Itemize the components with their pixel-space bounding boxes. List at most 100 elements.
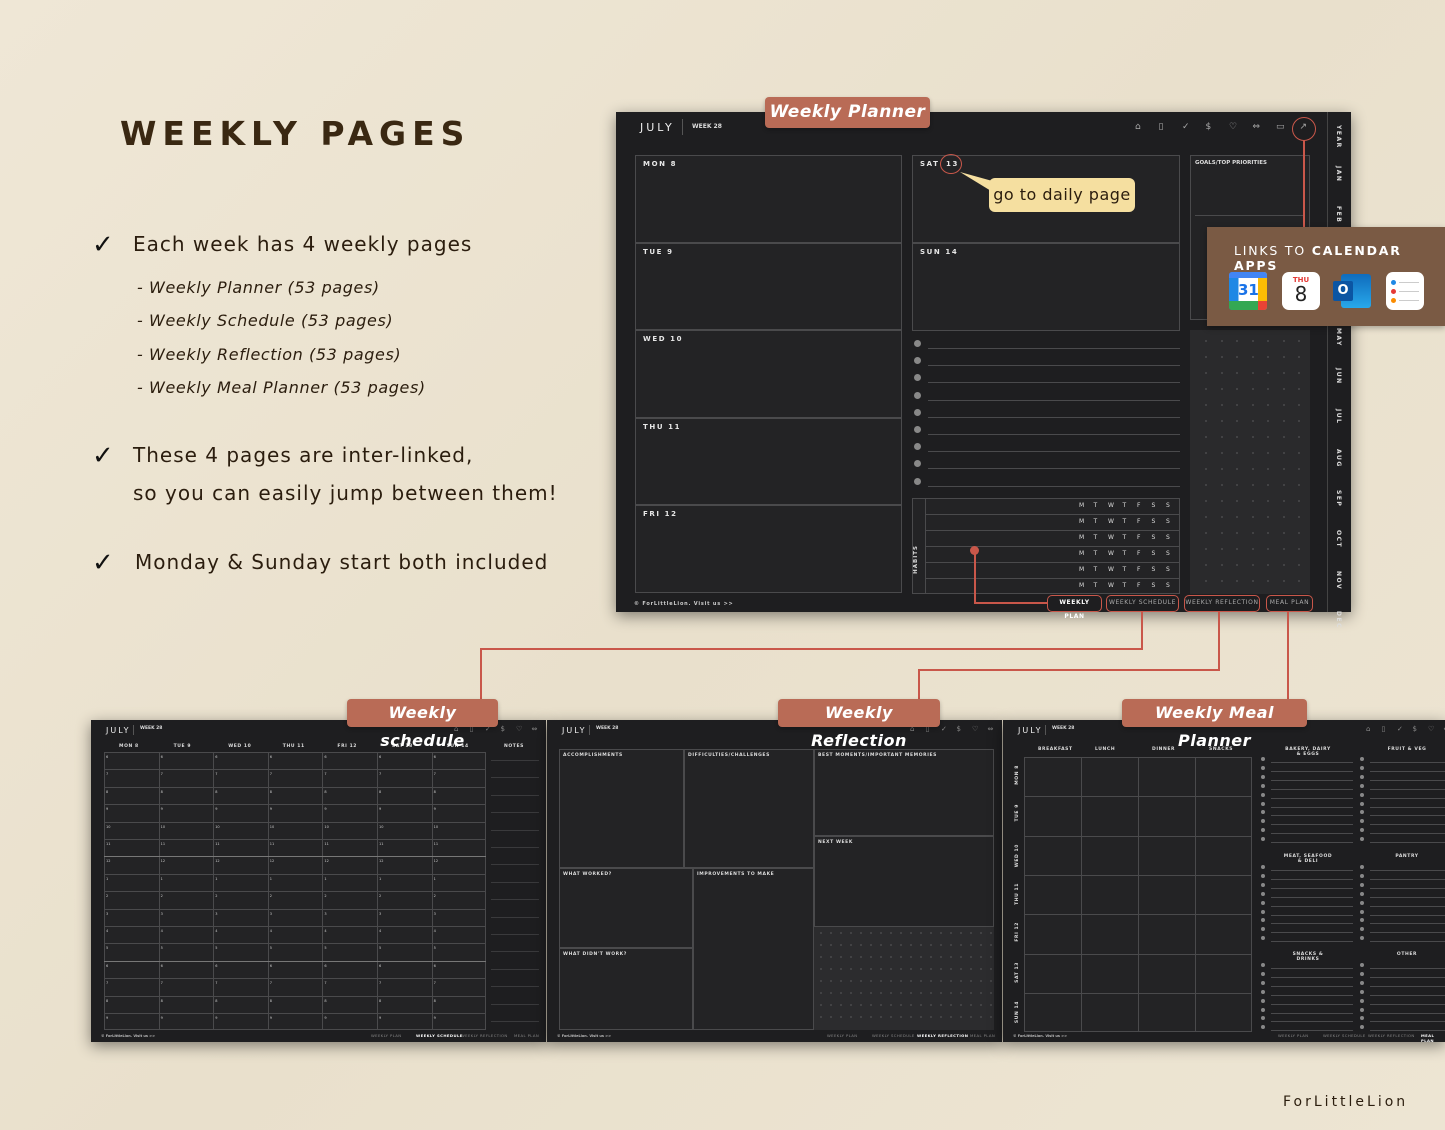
- nav-meal-plan[interactable]: MEAL PLAN: [1266, 595, 1313, 612]
- habit-day-toggle[interactable]: F: [1137, 502, 1140, 509]
- week-label[interactable]: WEEK 28: [692, 123, 722, 130]
- grocery-checkbox[interactable]: [1360, 891, 1364, 896]
- habit-day-toggle[interactable]: W: [1108, 518, 1114, 525]
- home-icon[interactable]: ⌂: [1366, 725, 1370, 733]
- grocery-checkbox[interactable]: [1261, 819, 1265, 824]
- todo-bullet[interactable]: [914, 391, 921, 399]
- grocery-checkbox[interactable]: [1360, 882, 1364, 887]
- grocery-checkbox[interactable]: [1360, 909, 1364, 914]
- habit-day-toggle[interactable]: S: [1166, 502, 1170, 509]
- month-label[interactable]: JULY: [106, 726, 131, 735]
- grocery-checkbox[interactable]: [1261, 963, 1265, 967]
- footer-credit[interactable]: © ForLittleLion. Visit us >>: [101, 1034, 155, 1038]
- grocery-checkbox[interactable]: [1360, 810, 1364, 815]
- habit-day-toggle[interactable]: W: [1108, 550, 1114, 557]
- check-circle-icon[interactable]: ✓: [1397, 725, 1403, 733]
- month-tab-jul[interactable]: JUL: [1335, 409, 1342, 424]
- nav-link[interactable]: WEEKLY PLAN: [371, 1033, 402, 1038]
- grocery-checkbox[interactable]: [1360, 900, 1364, 905]
- habit-day-toggle[interactable]: W: [1108, 502, 1114, 509]
- day-label[interactable]: WED 10: [643, 335, 683, 343]
- grocery-checkbox[interactable]: [1261, 936, 1265, 941]
- grocery-checkbox[interactable]: [1360, 801, 1364, 806]
- grocery-checkbox[interactable]: [1261, 757, 1265, 761]
- month-label[interactable]: JULY: [1018, 726, 1043, 735]
- habit-day-toggle[interactable]: F: [1137, 550, 1140, 557]
- grocery-checkbox[interactable]: [1261, 1016, 1265, 1021]
- grocery-checkbox[interactable]: [1261, 891, 1265, 896]
- nav-link[interactable]: WEEKLY REFLECTION: [917, 1033, 968, 1038]
- grocery-checkbox[interactable]: [1261, 882, 1265, 887]
- nav-link[interactable]: WEEKLY PLAN: [1278, 1033, 1309, 1038]
- grocery-checkbox[interactable]: [1360, 1025, 1364, 1030]
- schedule-day-header[interactable]: FRI 12: [337, 744, 357, 749]
- todo-bullet[interactable]: [914, 477, 921, 485]
- grocery-checkbox[interactable]: [1261, 918, 1265, 923]
- schedule-day-header[interactable]: WED 10: [228, 744, 251, 749]
- grocery-checkbox[interactable]: [1360, 783, 1364, 788]
- habit-day-toggle[interactable]: F: [1137, 566, 1140, 573]
- grocery-checkbox[interactable]: [1261, 865, 1265, 869]
- grocery-checkbox[interactable]: [1360, 998, 1364, 1003]
- nav-link[interactable]: WEEKLY REFLECTION: [461, 1033, 508, 1038]
- dollar-icon[interactable]: $: [1413, 725, 1417, 733]
- habit-day-toggle[interactable]: S: [1152, 550, 1156, 557]
- habit-day-toggle[interactable]: M: [1079, 566, 1084, 573]
- grocery-checkbox[interactable]: [1360, 757, 1364, 761]
- day-label[interactable]: FRI 12: [643, 510, 678, 518]
- habit-day-toggle[interactable]: M: [1079, 518, 1084, 525]
- dollar-icon[interactable]: $: [957, 725, 961, 733]
- grocery-checkbox[interactable]: [1360, 980, 1364, 985]
- habit-day-toggle[interactable]: S: [1166, 566, 1170, 573]
- habit-day-toggle[interactable]: S: [1166, 518, 1170, 525]
- nav-link[interactable]: MEAL PLAN: [514, 1033, 539, 1038]
- habit-day-toggle[interactable]: T: [1123, 502, 1127, 509]
- google-calendar-icon[interactable]: 31: [1229, 272, 1267, 310]
- dollar-icon[interactable]: $: [1206, 122, 1212, 132]
- grocery-checkbox[interactable]: [1261, 980, 1265, 985]
- habit-day-toggle[interactable]: F: [1137, 582, 1140, 589]
- grocery-checkbox[interactable]: [1261, 801, 1265, 806]
- month-label[interactable]: JULY: [562, 726, 587, 735]
- nav-link[interactable]: MEAL PLAN: [1421, 1033, 1445, 1042]
- habit-day-toggle[interactable]: S: [1152, 534, 1156, 541]
- day-label[interactable]: TUE 9: [643, 248, 674, 256]
- grocery-checkbox[interactable]: [1261, 810, 1265, 815]
- grocery-checkbox[interactable]: [1261, 1007, 1265, 1012]
- grocery-checkbox[interactable]: [1360, 873, 1364, 878]
- month-tab-sep[interactable]: SEP: [1335, 490, 1342, 507]
- grocery-checkbox[interactable]: [1360, 963, 1364, 967]
- nav-link[interactable]: WEEKLY SCHEDULE: [872, 1033, 915, 1038]
- habit-day-toggle[interactable]: M: [1079, 502, 1084, 509]
- grocery-checkbox[interactable]: [1261, 774, 1265, 779]
- grocery-checkbox[interactable]: [1360, 1007, 1364, 1012]
- grocery-checkbox[interactable]: [1261, 998, 1265, 1003]
- grocery-checkbox[interactable]: [1360, 865, 1364, 869]
- grocery-checkbox[interactable]: [1360, 765, 1364, 770]
- habit-day-toggle[interactable]: F: [1137, 518, 1140, 525]
- day-label-sun[interactable]: SUN 14: [920, 248, 958, 256]
- habit-day-toggle[interactable]: T: [1094, 566, 1098, 573]
- grocery-checkbox[interactable]: [1261, 792, 1265, 797]
- habit-day-toggle[interactable]: M: [1079, 534, 1084, 541]
- document-icon[interactable]: ▯: [1382, 725, 1386, 733]
- nav-weekly-reflection[interactable]: WEEKLY REFLECTION: [1184, 595, 1260, 612]
- todo-bullet[interactable]: [914, 340, 921, 347]
- month-tab-aug[interactable]: AUG: [1335, 449, 1342, 468]
- home-icon[interactable]: ⌂: [1135, 122, 1141, 132]
- todo-bullet[interactable]: [914, 426, 921, 433]
- heart-icon[interactable]: ♡: [972, 725, 978, 733]
- month-tab-year[interactable]: YEAR: [1335, 125, 1342, 149]
- month-tab-nov[interactable]: NOV: [1335, 571, 1342, 590]
- habit-day-toggle[interactable]: S: [1152, 518, 1156, 525]
- nav-link[interactable]: WEEKLY SCHEDULE: [416, 1033, 463, 1038]
- grocery-checkbox[interactable]: [1360, 989, 1364, 994]
- month-label[interactable]: JULY: [640, 121, 675, 134]
- grocery-checkbox[interactable]: [1261, 837, 1265, 842]
- grocery-checkbox[interactable]: [1261, 971, 1265, 976]
- nav-link[interactable]: WEEKLY REFLECTION: [1368, 1033, 1415, 1038]
- month-tab-jan[interactable]: JAN: [1335, 166, 1342, 182]
- habit-day-toggle[interactable]: T: [1123, 566, 1127, 573]
- heart-icon[interactable]: ♡: [516, 725, 522, 733]
- heart-icon[interactable]: ♡: [1428, 725, 1434, 733]
